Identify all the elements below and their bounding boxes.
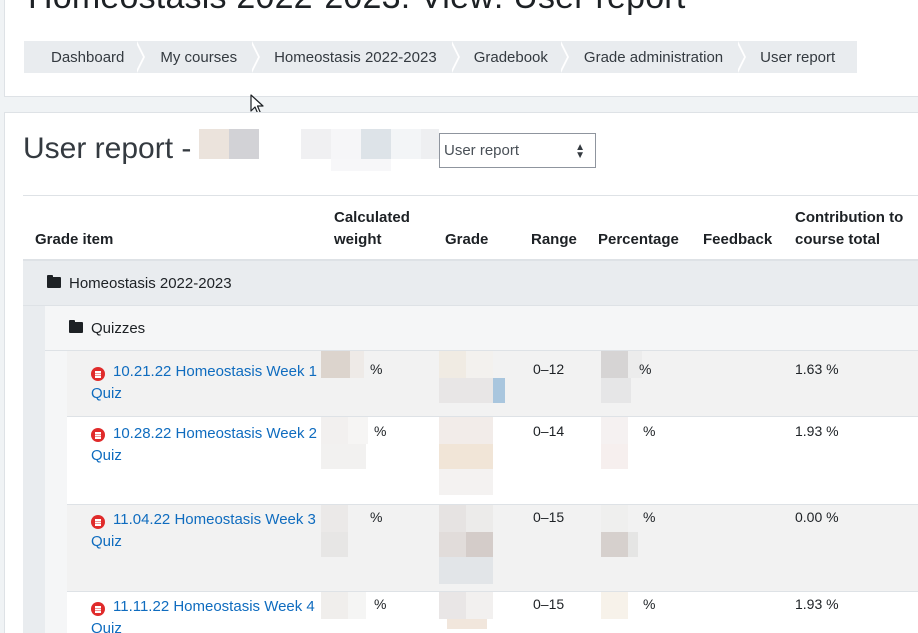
breadcrumb-grade-administration[interactable]: Grade administration	[558, 41, 740, 73]
table-row: 10.21.22 Homeostasis Week 1 Quiz % 0–12 …	[67, 351, 918, 417]
grade-item-link[interactable]: 11.11.22 Homeostasis Week 4 Quiz	[91, 596, 317, 633]
weight-suffix: %	[370, 509, 383, 525]
header-percentage[interactable]: Percentage	[598, 229, 679, 251]
range-value: 0–14	[533, 423, 565, 439]
header-feedback[interactable]: Feedback	[703, 229, 772, 251]
report-card: User report - User report ▲ ▼ Grade item …	[4, 112, 918, 633]
range-value: 0–15	[533, 596, 565, 612]
report-type-select-value: User report	[444, 142, 520, 159]
contribution-value: 1.93 %	[795, 423, 839, 439]
weight-suffix: %	[374, 423, 387, 439]
category-indent	[45, 351, 67, 633]
percentage-suffix: %	[643, 423, 656, 439]
grade-table: Grade item Calculated weight Grade Range…	[23, 195, 918, 633]
category-row-course: Homeostasis 2022-2023	[23, 261, 918, 306]
weight-suffix: %	[370, 361, 383, 377]
category-label: Quizzes	[91, 320, 146, 337]
folder-icon	[47, 275, 61, 288]
contribution-value: 0.00 %	[795, 509, 839, 525]
percentage-suffix: %	[643, 509, 656, 525]
category-indent	[23, 306, 45, 633]
percentage-suffix: %	[639, 361, 652, 377]
breadcrumb: Dashboard My courses Homeostasis 2022-20…	[24, 41, 858, 73]
grade-item-link[interactable]: 10.28.22 Homeostasis Week 2 Quiz	[91, 423, 317, 467]
breadcrumb-dashboard[interactable]: Dashboard	[24, 41, 139, 73]
header-grade[interactable]: Grade	[445, 229, 488, 251]
page-header: Homeostasis 2022-2023: View: User report…	[4, 0, 918, 97]
breadcrumb-user-report: User report	[736, 41, 858, 73]
contribution-value: 1.93 %	[795, 596, 839, 612]
category-row-quizzes: Quizzes	[45, 306, 918, 351]
weight-suffix: %	[374, 596, 387, 612]
category-label: Homeostasis 2022-2023	[69, 275, 232, 292]
range-value: 0–15	[533, 509, 565, 525]
table-row: 11.11.22 Homeostasis Week 4 Quiz % 0–15 …	[67, 592, 918, 633]
page: Homeostasis 2022-2023: View: User report…	[0, 0, 918, 633]
table-row: 10.28.22 Homeostasis Week 2 Quiz % 0–14 …	[67, 417, 918, 505]
header-contribution[interactable]: Contribution to course total	[795, 207, 903, 251]
percentage-suffix: %	[643, 596, 656, 612]
table-header: Grade item Calculated weight Grade Range…	[23, 195, 918, 261]
header-grade-item[interactable]: Grade item	[35, 229, 113, 251]
breadcrumb-gradebook[interactable]: Gradebook	[449, 41, 562, 73]
table-row: 11.04.22 Homeostasis Week 3 Quiz % 0–15 …	[67, 505, 918, 592]
report-title: User report -	[23, 132, 192, 165]
contribution-value: 1.63 %	[795, 361, 839, 377]
grade-item-link[interactable]: 10.21.22 Homeostasis Week 1 Quiz	[91, 361, 317, 405]
select-caret-icon: ▲ ▼	[575, 142, 585, 161]
grade-item-link[interactable]: 11.04.22 Homeostasis Week 3 Quiz	[91, 509, 317, 553]
breadcrumb-course[interactable]: Homeostasis 2022-2023	[250, 41, 453, 73]
report-type-select[interactable]: User report ▲ ▼	[439, 133, 596, 168]
range-value: 0–12	[533, 361, 565, 377]
header-range[interactable]: Range	[531, 229, 577, 251]
page-heading: Homeostasis 2022-2023: View: User report	[28, 0, 685, 17]
header-calculated-weight[interactable]: Calculated weight	[334, 207, 410, 251]
breadcrumb-my-courses[interactable]: My courses	[135, 41, 254, 73]
folder-icon	[69, 320, 83, 333]
